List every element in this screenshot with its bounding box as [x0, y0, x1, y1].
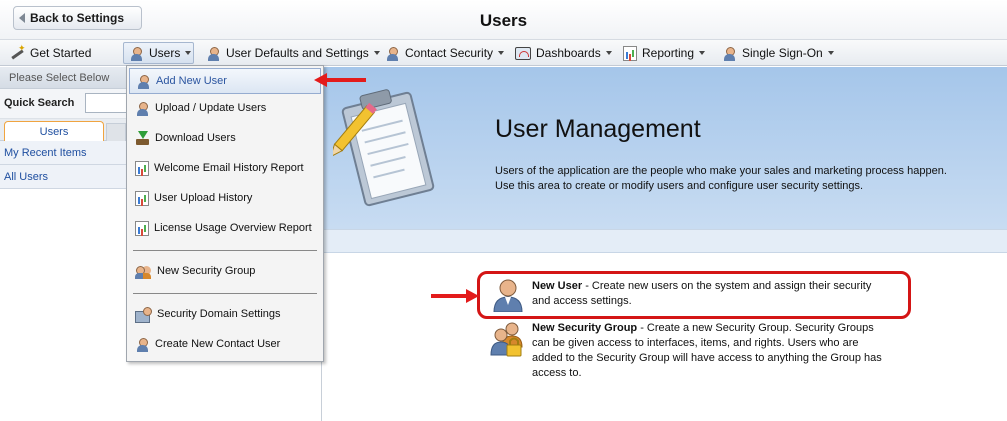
user-icon	[722, 46, 737, 61]
user-icon	[135, 337, 150, 352]
chevron-down-icon	[827, 51, 834, 55]
banner-title: User Management	[495, 115, 701, 143]
quick-search-label: Quick Search	[4, 97, 75, 109]
new-security-group-icon[interactable]	[490, 321, 524, 357]
user-icon	[135, 101, 150, 116]
menu-label: Users	[149, 46, 181, 60]
users-dropdown-menu: Add New User Upload / Update Users Downl…	[126, 65, 324, 362]
menu-contact-security[interactable]: Contact Security	[385, 42, 505, 64]
red-arrow-left-annotation	[314, 73, 366, 87]
new-security-group-title[interactable]: New Security Group	[532, 322, 637, 334]
report-icon	[135, 220, 149, 236]
menu-item-label: New Security Group	[157, 265, 256, 277]
menu-item-user-upload-history[interactable]: User Upload History	[129, 185, 321, 211]
menu-item-upload-update-users[interactable]: Upload / Update Users	[129, 95, 321, 121]
new-user-title[interactable]: New User	[532, 280, 582, 292]
page-title: Users	[479, 11, 528, 30]
menu-dashboards[interactable]: Dashboards	[515, 42, 612, 64]
chevron-down-icon	[699, 51, 706, 55]
dashboard-icon	[515, 46, 531, 60]
domain-icon	[135, 306, 152, 323]
red-arrow-right-annotation	[431, 289, 479, 303]
menu-item-label: Add New User	[156, 75, 227, 87]
new-user-icon[interactable]	[492, 278, 524, 312]
menu-item-label: License Usage Overview Report	[154, 222, 312, 234]
clipboard-icon	[333, 89, 435, 207]
new-security-group-entry[interactable]: New Security Group - Create a new Securi…	[532, 321, 884, 381]
menu-item-download-users[interactable]: Download Users	[129, 125, 321, 151]
tab-secondary[interactable]	[106, 123, 126, 141]
chevron-down-icon	[373, 51, 380, 55]
user-icon	[136, 74, 151, 89]
menu-item-add-new-user[interactable]: Add New User	[129, 68, 321, 94]
download-icon	[135, 130, 150, 146]
menu-divider	[133, 250, 317, 251]
chevron-down-icon	[185, 51, 192, 55]
user-management-banner: User Management Users of the application…	[323, 67, 1007, 229]
report-icon	[135, 190, 149, 206]
chevron-down-icon	[498, 51, 505, 55]
menu-label: Contact Security	[405, 46, 494, 60]
menu-user-defaults[interactable]: User Defaults and Settings	[206, 42, 380, 64]
menu-item-label: Download Users	[155, 132, 236, 144]
menu-label: Dashboards	[536, 46, 601, 60]
banner-description: Users of the application are the people …	[495, 165, 947, 192]
user-icon	[385, 46, 400, 61]
menu-label: Single Sign-On	[742, 46, 823, 60]
menu-single-sign-on[interactable]: Single Sign-On	[722, 42, 834, 64]
user-icon	[129, 46, 144, 61]
menu-item-license-usage-report[interactable]: License Usage Overview Report	[129, 215, 321, 241]
menu-bar: Get Started Users User Defaults and Sett…	[0, 40, 1007, 66]
menu-label: User Defaults and Settings	[226, 46, 369, 60]
menu-item-create-contact-user[interactable]: Create New Contact User	[129, 331, 321, 357]
wand-icon	[9, 43, 26, 60]
menu-item-welcome-email-history[interactable]: Welcome Email History Report	[129, 155, 321, 181]
menu-item-label: Welcome Email History Report	[154, 162, 304, 174]
menu-label: Reporting	[642, 46, 695, 60]
menu-item-label: Create New Contact User	[155, 338, 281, 350]
menu-item-label: Upload / Update Users	[155, 102, 267, 114]
new-user-entry[interactable]: New User - Create new users on the syste…	[532, 279, 892, 309]
menu-item-label: Security Domain Settings	[157, 308, 281, 320]
menu-item-security-domain-settings[interactable]: Security Domain Settings	[129, 301, 321, 327]
new-user-text: - Create new users on the system and ass…	[532, 280, 872, 307]
tab-users[interactable]: Users	[4, 121, 104, 141]
menu-reporting[interactable]: Reporting	[623, 42, 706, 64]
menu-label: Get Started	[30, 46, 92, 60]
group-icon	[135, 264, 152, 279]
top-bar: Back to Settings Users	[0, 0, 1007, 40]
report-icon	[623, 45, 637, 61]
menu-get-started[interactable]: Get Started	[9, 42, 91, 64]
banner-footer-strip	[323, 229, 1007, 253]
menu-divider	[133, 293, 317, 294]
report-icon	[135, 160, 149, 176]
user-icon	[206, 46, 221, 61]
menu-users[interactable]: Users	[123, 42, 194, 64]
menu-item-new-security-group[interactable]: New Security Group	[129, 258, 321, 284]
chevron-down-icon	[605, 51, 612, 55]
menu-item-label: User Upload History	[154, 192, 253, 204]
